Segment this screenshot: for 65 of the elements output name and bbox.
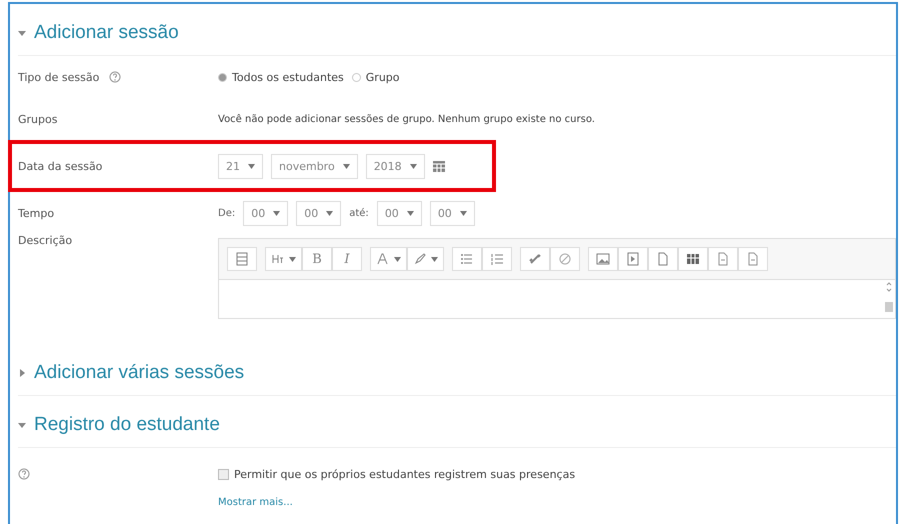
dropdown[interactable]: novembro [271, 154, 358, 178]
caret-icon [431, 256, 438, 262]
caret-icon [410, 164, 417, 168]
table-icon [686, 252, 700, 266]
heading-icon [271, 252, 285, 266]
toolbar-button[interactable] [708, 247, 738, 271]
field-label: Grupos [18, 112, 58, 126]
to-label: até: [349, 208, 369, 218]
expanded-arrow-icon [18, 28, 26, 36]
section-header[interactable]: Registro do estudante [18, 396, 896, 448]
checkbox-option[interactable]: Permitir que os próprios estudantes registrem suas presenças [218, 468, 576, 481]
field-label: Data da sessão [18, 160, 102, 172]
caret-icon [342, 164, 350, 168]
field-label: Tipo de sessão [18, 70, 100, 84]
font-icon [376, 252, 390, 266]
dropdown[interactable]: 00 [376, 200, 422, 226]
toolbar-button[interactable] [370, 247, 407, 271]
field-label: Descrição [18, 234, 72, 247]
caret-icon [289, 256, 296, 262]
unlink-icon [558, 252, 572, 266]
caret-icon [248, 164, 255, 168]
caret-icon [394, 256, 401, 262]
dropdown[interactable]: 00 [430, 200, 475, 226]
dropdown[interactable]: 21 [218, 154, 263, 178]
image-icon [596, 252, 610, 266]
dropdown[interactable]: 00 [296, 200, 342, 226]
document-icon [716, 252, 730, 266]
brush-icon [413, 252, 427, 266]
calendar-icon[interactable] [432, 160, 445, 172]
toolbar-button[interactable] [588, 247, 618, 271]
file-icon [656, 252, 670, 266]
caret-icon [273, 210, 280, 216]
toolbar-button[interactable] [407, 247, 444, 271]
from-label: De: [218, 208, 236, 218]
toolbar-button[interactable] [678, 247, 708, 271]
info-text: Você não pode adicionar sessões de grupo. Nenhum grupo existe no curso. [218, 114, 595, 124]
section-header[interactable]: Adicionar várias sessões [18, 344, 896, 396]
caret-icon [460, 210, 467, 216]
collapsed-arrow-icon [18, 368, 26, 376]
bullet-list-icon [460, 252, 474, 266]
toolbar-button[interactable] [648, 247, 678, 271]
show-more-link[interactable]: Mostrar mais... [218, 497, 896, 508]
toolbar-button[interactable] [618, 247, 648, 271]
dropdown[interactable]: 2018 [366, 154, 425, 178]
resize-handle-icon [885, 282, 893, 312]
media-icon [626, 252, 640, 266]
grid-icon [235, 252, 249, 266]
expanded-arrow-icon [18, 420, 26, 428]
field-label: Tempo [18, 206, 54, 220]
caret-icon [326, 210, 334, 216]
toolbar-button[interactable] [482, 247, 512, 271]
radio-option[interactable]: Grupo [352, 70, 400, 84]
numbered-list-icon [490, 252, 504, 266]
toolbar-button[interactable] [520, 247, 550, 271]
toolbar-button[interactable] [452, 247, 482, 271]
caret-icon [406, 210, 414, 216]
toolbar-button[interactable]: B [302, 247, 332, 271]
toolbar-button[interactable] [227, 247, 257, 271]
toolbar-button[interactable] [265, 247, 302, 271]
document-icon [746, 252, 760, 266]
dropdown[interactable]: 00 [243, 200, 288, 226]
toolbar-button[interactable]: I [332, 247, 362, 271]
section-header[interactable]: Adicionar sessão [18, 4, 896, 56]
toolbar-button[interactable] [738, 247, 768, 271]
radio-option[interactable]: Todos os estudantes [218, 70, 344, 84]
